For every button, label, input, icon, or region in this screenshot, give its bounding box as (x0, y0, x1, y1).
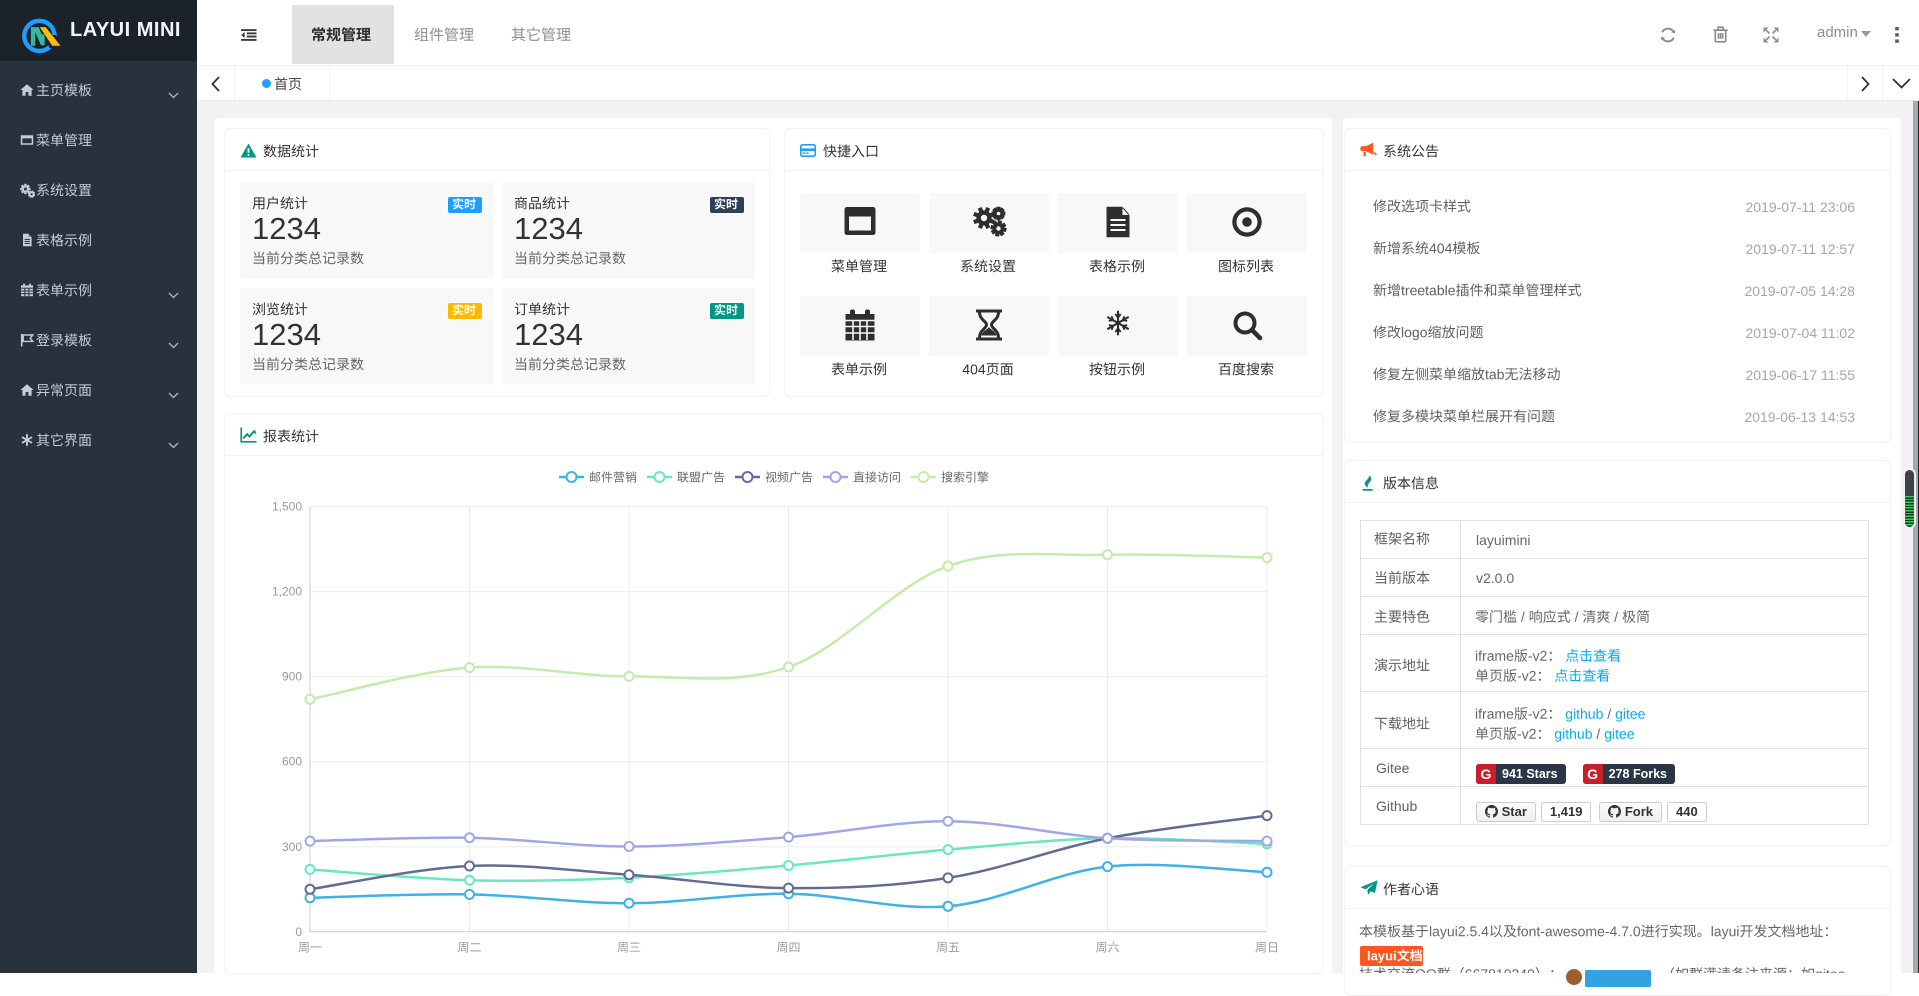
svg-text:900: 900 (282, 670, 302, 684)
svg-text:0: 0 (295, 925, 302, 939)
svg-text:1,500: 1,500 (272, 500, 302, 514)
svg-text:300: 300 (282, 840, 302, 854)
svg-text:1,200: 1,200 (272, 585, 302, 599)
svg-text:600: 600 (282, 755, 302, 769)
